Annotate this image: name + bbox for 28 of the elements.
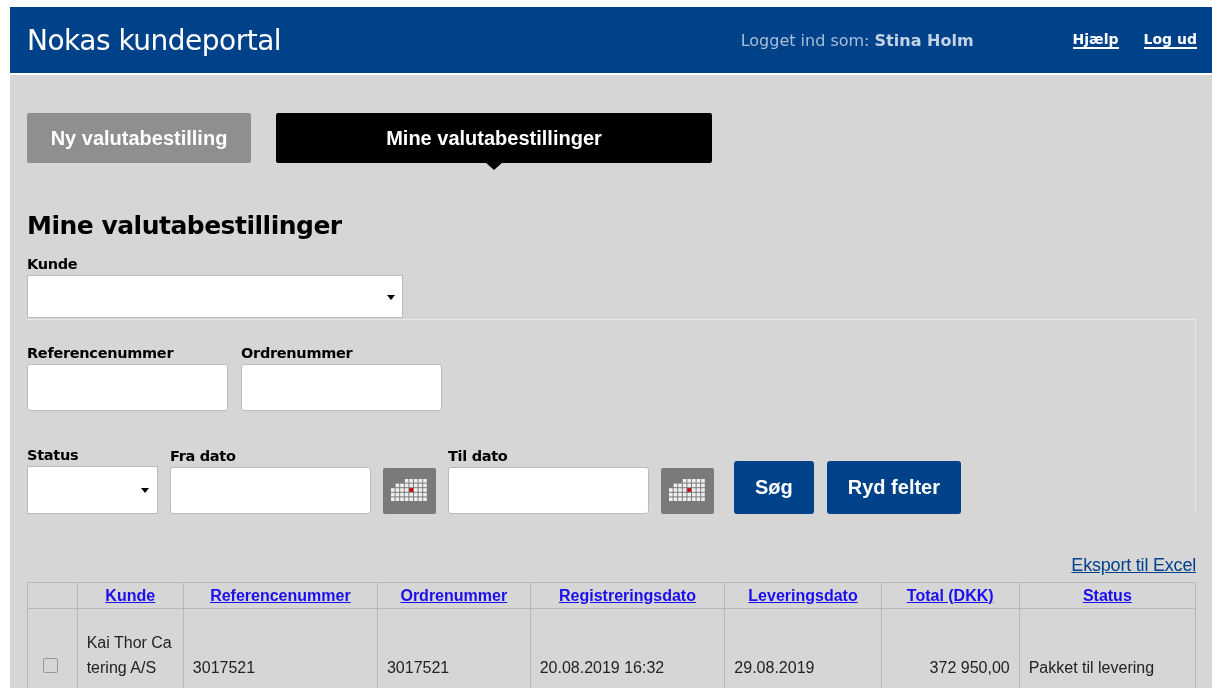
customer-select[interactable] bbox=[27, 275, 403, 318]
field-label: Referencenummer bbox=[27, 345, 175, 361]
date-field[interactable] bbox=[170, 467, 371, 514]
caret-icon bbox=[387, 295, 395, 300]
date-field[interactable] bbox=[448, 467, 649, 514]
status-select[interactable] bbox=[27, 466, 158, 514]
page-heading: Mine valutabestillinger bbox=[27, 211, 343, 240]
tab-pointer bbox=[485, 162, 503, 170]
tab[interactable]: Ny valutabestilling bbox=[27, 113, 251, 163]
action-button[interactable]: Søg bbox=[734, 461, 814, 514]
header-link[interactable]: Hjælp bbox=[1072, 31, 1119, 49]
field-label: Ordrenummer bbox=[241, 345, 354, 361]
action-button[interactable]: Ryd felter bbox=[826, 461, 962, 514]
header-link[interactable]: Log ud bbox=[1143, 31, 1197, 49]
text-field[interactable] bbox=[27, 364, 228, 411]
field-label: Status bbox=[27, 447, 80, 463]
field-label: Kunde bbox=[27, 256, 79, 272]
login-info: Logget ind som: Stina Holm bbox=[740, 30, 974, 50]
column-header-link[interactable]: Status bbox=[1082, 586, 1132, 604]
calendar-icon[interactable] bbox=[661, 468, 714, 514]
field-label: Fra dato bbox=[170, 448, 237, 464]
text-field[interactable] bbox=[241, 364, 442, 411]
row-checkbox[interactable] bbox=[43, 658, 58, 673]
export-link[interactable]: Eksport til Excel bbox=[27, 555, 1196, 576]
caret-icon bbox=[141, 488, 149, 493]
portal-title: Nokas kundeportal bbox=[27, 23, 283, 57]
field-label: Til dato bbox=[448, 448, 509, 464]
calendar-icon[interactable] bbox=[383, 468, 436, 514]
